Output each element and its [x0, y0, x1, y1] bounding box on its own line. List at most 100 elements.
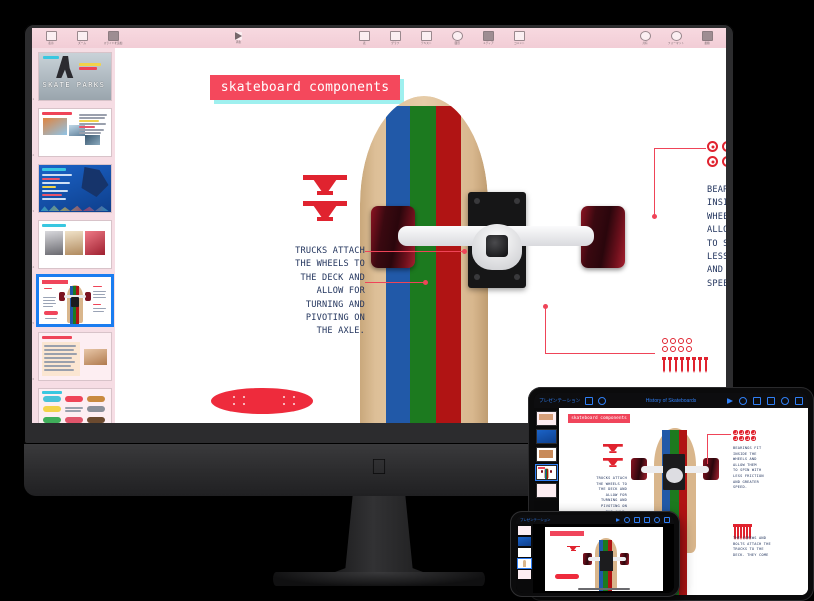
- slide-number: 6: [32, 377, 35, 381]
- view-icon: [45, 31, 57, 41]
- apple-logo: : [369, 456, 389, 480]
- more-icon[interactable]: [664, 516, 670, 523]
- bearings-annotation: BEARINGS FIT INSIDE THE WHEELS AND ALLOW…: [707, 185, 726, 289]
- toolbar-comment-button[interactable]: コメント: [508, 31, 530, 45]
- navigator-slide-7[interactable]: 7: [37, 388, 112, 423]
- more-icon[interactable]: [795, 396, 803, 405]
- ipad-thumbnail-5[interactable]: [536, 483, 557, 498]
- toolbar-table-button[interactable]: 表: [353, 31, 375, 45]
- insert-icon[interactable]: [753, 396, 761, 405]
- ipad-back-label[interactable]: プレゼンテーション: [539, 398, 580, 404]
- media-icon[interactable]: [767, 396, 775, 405]
- navigator-slide-5[interactable]: 5: [33, 274, 114, 327]
- truck-icon-2: [303, 201, 347, 221]
- screws-leader-line-v: [545, 306, 546, 354]
- iphone-thumbnail-2[interactable]: [518, 537, 531, 546]
- format-icon: [670, 31, 682, 41]
- slide-thumbnail[interactable]: [37, 332, 112, 381]
- share-icon: [639, 31, 651, 41]
- toolbar-share-label: 共有: [642, 42, 648, 45]
- toolbar-group-insert: 表 グラフ テキスト 図形 メディア コメント: [345, 31, 538, 45]
- navigator-slide-3[interactable]: 3: [33, 164, 112, 213]
- ipad-slide-title-text: skateboard components: [571, 416, 627, 421]
- iphone-back-label[interactable]: プレゼンテーション: [520, 517, 550, 522]
- slide-canvas[interactable]: skateboard components TRUCKS ATTACH THE …: [115, 48, 726, 423]
- toolbar-add-slide-button[interactable]: スライドを追加: [102, 31, 124, 45]
- slide-number: 3: [32, 209, 35, 213]
- ipad-thumbnail-3[interactable]: [536, 447, 557, 462]
- slide-thumbnail[interactable]: [37, 164, 112, 213]
- ipad-thumbnail-4-selected[interactable]: [535, 464, 558, 481]
- play-icon[interactable]: [616, 517, 620, 522]
- collaborate-icon[interactable]: [781, 396, 789, 405]
- media-icon[interactable]: [644, 516, 650, 523]
- document-icon: [701, 31, 713, 41]
- ipad-trucks-annotation: TRUCKS ATTACH THE WHEELS TO THE DECK AND…: [596, 476, 627, 514]
- slide-number: 5: [32, 321, 35, 325]
- imac-stand: [319, 496, 439, 578]
- ipad-screws-annotation: THE SCREWS AND BOLTS ATTACH THE TRUCKS T…: [733, 536, 771, 557]
- iphone-slide-canvas[interactable]: [533, 524, 674, 593]
- screws-leader-line: [545, 353, 655, 354]
- ipad-thumbnail-2[interactable]: [536, 429, 557, 444]
- navigator-slide-2[interactable]: 2: [33, 108, 112, 157]
- slide-thumbnail[interactable]: [37, 388, 112, 423]
- ipad-toolbar[interactable]: プレゼンテーション History of Skateboards: [534, 393, 808, 408]
- navigator-slide-4[interactable]: 4: [33, 220, 112, 269]
- toolbar-chart-label: グラフ: [391, 42, 400, 45]
- slide-thumbnail[interactable]: [37, 108, 112, 157]
- toolbar-document-label: 書類: [704, 42, 710, 45]
- view-icon[interactable]: [585, 396, 594, 405]
- format-icon[interactable]: [739, 396, 747, 405]
- ipad-toolbar-right: [727, 396, 803, 405]
- screw-icons: [662, 357, 708, 373]
- iphone-thumbnail-3[interactable]: [518, 548, 531, 557]
- keynote-body: SKATE PARKS 1 2 3 4 5 6 skateboard compo…: [32, 48, 726, 423]
- toolbar-document-button[interactable]: 書類: [696, 31, 718, 45]
- trucks-leader-dot-2: [462, 249, 467, 254]
- slide-number: 4: [32, 265, 35, 269]
- toolbar-chart-button[interactable]: グラフ: [384, 31, 406, 45]
- collaborate-icon[interactable]: [654, 516, 660, 523]
- toolbar-view-button[interactable]: 表示: [40, 31, 62, 45]
- shape-icon: [451, 31, 463, 41]
- slide-thumbnail[interactable]: SKATE PARKS: [37, 52, 112, 101]
- insert-icon[interactable]: [634, 516, 640, 523]
- toolbar-format-button[interactable]: フォーマット: [665, 31, 687, 45]
- toolbar-shape-button[interactable]: 図形: [446, 31, 468, 45]
- navigator-slide-6[interactable]: 6: [33, 332, 112, 381]
- iphone-thumbnail-4-selected[interactable]: [517, 558, 532, 569]
- navigator-slide-1[interactable]: SKATE PARKS 1: [33, 52, 112, 101]
- toolbar-text-button[interactable]: テキスト: [415, 31, 437, 45]
- slide-navigator[interactable]: SKATE PARKS 1 2 3 4 5 6: [32, 48, 115, 423]
- slide-5-content: skateboard components TRUCKS ATTACH THE …: [115, 48, 726, 423]
- toolbar-add-slide-label: スライドを追加: [103, 42, 123, 45]
- trucks-leader-dot: [423, 280, 428, 285]
- imac-device: 表示 ズーム スライドを追加 再生 表 グラフ テキスト 図形 メディア コメン…: [24, 24, 734, 586]
- toolbar-zoom-label: ズーム: [77, 42, 86, 45]
- iphone-slide-navigator[interactable]: [516, 524, 533, 593]
- toolbar-play-button[interactable]: 再生: [228, 32, 250, 44]
- ipad-thumbnail-1[interactable]: [536, 411, 557, 426]
- toolbar-share-button[interactable]: 共有: [634, 31, 656, 45]
- slide-number: 2: [32, 153, 35, 157]
- play-icon[interactable]: [727, 397, 733, 404]
- help-icon[interactable]: [598, 396, 607, 405]
- bearings-leader-dot: [652, 214, 657, 219]
- iphone-thumbnail-5[interactable]: [518, 570, 531, 579]
- toolbar-zoom-button[interactable]: ズーム: [71, 31, 93, 45]
- toolbar-group-far-right: 共有 フォーマット 書類: [626, 31, 726, 45]
- trucks-annotation: TRUCKS ATTACH THE WHEELS TO THE DECK AND…: [295, 246, 365, 337]
- toolbar-media-button[interactable]: メディア: [477, 31, 499, 45]
- slide-thumbnail-selected[interactable]: [35, 274, 114, 327]
- slide-title-text: skateboard components: [220, 80, 390, 95]
- nut-icons: [662, 338, 692, 352]
- iphone-toolbar[interactable]: プレゼンテーション: [516, 515, 674, 524]
- format-icon[interactable]: [624, 516, 630, 523]
- keynote-toolbar[interactable]: 表示 ズーム スライドを追加 再生 表 グラフ テキスト 図形 メディア コメン…: [32, 28, 726, 48]
- screws-leader-dot: [543, 304, 548, 309]
- iphone-thumbnail-1[interactable]: [518, 526, 531, 535]
- slide-thumbnail[interactable]: [37, 220, 112, 269]
- toolbar-media-label: メディア: [483, 42, 494, 45]
- bearings-leader-line-v: [654, 148, 655, 216]
